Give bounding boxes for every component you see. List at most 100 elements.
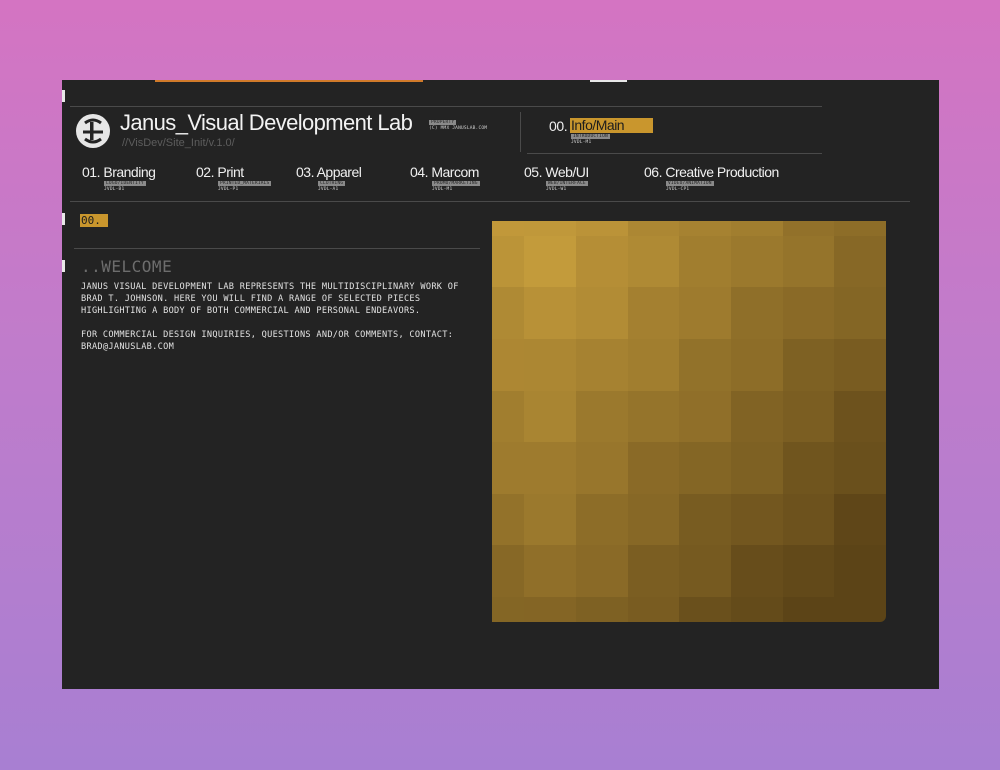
nav-item-apparel[interactable]: 03. Apparel CLOTHING JVDL-A1 — [296, 164, 362, 192]
site-title[interactable]: Janus_Visual Development Lab — [120, 110, 413, 136]
mosaic-tile — [731, 287, 783, 339]
copyright-text: (C) MMX JANUSLAB.COM — [429, 126, 488, 131]
content-divider — [74, 248, 480, 249]
mosaic-tile — [731, 494, 783, 545]
mosaic-tile — [628, 391, 679, 442]
mosaic-tile — [524, 236, 576, 287]
mosaic-tile — [628, 236, 679, 287]
info-main-link[interactable]: Info/Main — [570, 118, 653, 133]
mosaic-tile — [834, 597, 886, 622]
section-number-badge: 00. — [80, 214, 108, 227]
mosaic-tile — [679, 221, 731, 236]
mosaic-tile — [492, 545, 524, 597]
mosaic-tile — [834, 391, 886, 442]
mosaic-tile — [783, 391, 834, 442]
info-divider — [527, 153, 822, 154]
janus-logo-icon[interactable] — [76, 114, 110, 148]
mosaic-tile — [628, 442, 679, 494]
mosaic-tile — [783, 545, 834, 597]
mosaic-tile — [492, 339, 524, 391]
mosaic-tile — [679, 339, 731, 391]
edge-marker — [62, 90, 65, 102]
mosaic-tile — [492, 221, 524, 236]
edge-marker — [62, 213, 65, 225]
mosaic-tile — [679, 391, 731, 442]
mosaic-tile — [576, 287, 628, 339]
mosaic-tile — [731, 339, 783, 391]
mosaic-tile — [679, 442, 731, 494]
mosaic-tile — [628, 494, 679, 545]
mosaic-image — [492, 221, 886, 622]
mosaic-tile — [731, 545, 783, 597]
mosaic-tile — [492, 442, 524, 494]
mosaic-tile — [731, 221, 783, 236]
mosaic-tile — [492, 236, 524, 287]
mosaic-tile — [783, 287, 834, 339]
mosaic-tile — [576, 545, 628, 597]
nav-divider — [70, 201, 910, 202]
mosaic-tile — [524, 597, 576, 622]
mosaic-tile — [834, 221, 886, 236]
mosaic-tile — [628, 597, 679, 622]
mosaic-tile — [679, 494, 731, 545]
mosaic-tile — [783, 221, 834, 236]
mosaic-tile — [783, 442, 834, 494]
top-accent-bar — [155, 80, 423, 82]
mosaic-tile — [576, 221, 628, 236]
mosaic-tile — [628, 221, 679, 236]
mosaic-tile — [834, 494, 886, 545]
mosaic-tile — [679, 545, 731, 597]
header-divider-vertical — [520, 112, 521, 152]
info-code: JVDL-M1 — [571, 140, 592, 145]
mosaic-tile — [576, 339, 628, 391]
mosaic-tile — [783, 494, 834, 545]
mosaic-tile — [834, 545, 886, 597]
header-divider-top — [70, 106, 822, 107]
mosaic-tile — [576, 494, 628, 545]
mosaic-tile — [834, 287, 886, 339]
top-indicator-bar — [590, 80, 627, 82]
mosaic-tile — [679, 236, 731, 287]
mosaic-tile — [492, 287, 524, 339]
info-number[interactable]: 00. — [549, 118, 568, 134]
mosaic-tile — [576, 597, 628, 622]
mosaic-tile — [628, 339, 679, 391]
main-window: Janus_Visual Development Lab //VisDev/Si… — [62, 80, 939, 689]
mosaic-tile — [492, 494, 524, 545]
site-subtitle: //VisDev/Site_Init/v.1.0/ — [122, 137, 235, 149]
welcome-heading: ..WELCOME — [81, 257, 173, 276]
mosaic-tile — [576, 236, 628, 287]
mosaic-tile — [679, 287, 731, 339]
nav-item-branding[interactable]: 01. Branding LOGO/IDENTITY JVDL-B1 — [82, 164, 156, 192]
nav-item-creative-production[interactable]: 06. Creative Production VIDEO/ANIMATION … — [644, 164, 779, 192]
gold-gradient-mosaic — [492, 221, 886, 622]
mosaic-tile — [524, 287, 576, 339]
mosaic-tile — [783, 597, 834, 622]
nav-item-marcom[interactable]: 04. Marcom PROMO/MARKETING JVDL-M1 — [410, 164, 480, 192]
mosaic-tile — [731, 236, 783, 287]
mosaic-tile — [524, 545, 576, 597]
mosaic-tile — [524, 221, 576, 236]
mosaic-tile — [731, 597, 783, 622]
mosaic-tile — [628, 545, 679, 597]
mosaic-tile — [524, 442, 576, 494]
mosaic-tile — [834, 339, 886, 391]
mosaic-tile — [492, 597, 524, 622]
mosaic-tile — [731, 442, 783, 494]
mosaic-tile — [834, 236, 886, 287]
mosaic-tile — [679, 597, 731, 622]
mosaic-tile — [524, 494, 576, 545]
nav-item-print[interactable]: 02. Print PRINTED_MATERIALS JVDL-P1 — [196, 164, 272, 192]
mosaic-tile — [783, 339, 834, 391]
mosaic-tile — [576, 442, 628, 494]
mosaic-tile — [834, 442, 886, 494]
mosaic-tile — [576, 391, 628, 442]
mosaic-tile — [628, 287, 679, 339]
mosaic-tile — [524, 391, 576, 442]
edge-marker — [62, 260, 65, 272]
mosaic-tile — [783, 236, 834, 287]
welcome-body: JANUS VISUAL DEVELOPMENT LAB REPRESENTS … — [81, 281, 461, 353]
mosaic-tile — [731, 391, 783, 442]
intro-paragraph: JANUS VISUAL DEVELOPMENT LAB REPRESENTS … — [81, 282, 459, 316]
nav-item-web-ui[interactable]: 05. Web/UI WEB/INTERFACE JVDL-W1 — [524, 164, 589, 192]
